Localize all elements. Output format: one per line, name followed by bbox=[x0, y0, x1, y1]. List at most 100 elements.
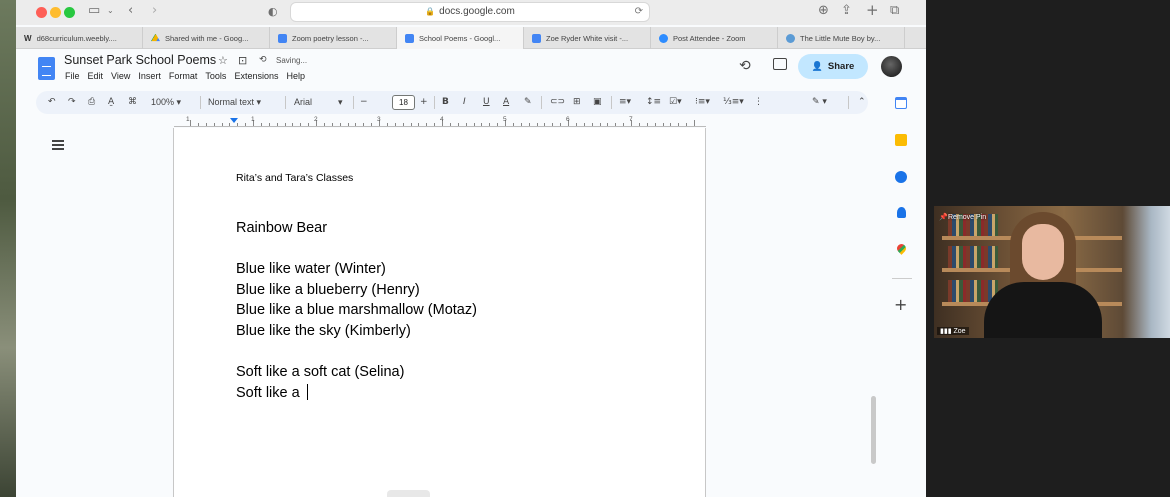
font-family-select[interactable]: Arial ▾ bbox=[294, 91, 343, 114]
close-window-button[interactable] bbox=[36, 7, 47, 18]
menu-extensions[interactable]: Extensions bbox=[234, 71, 278, 81]
hide-menus-icon[interactable]: ⌃ bbox=[858, 91, 866, 114]
menu-insert[interactable]: Insert bbox=[138, 71, 161, 81]
share-button[interactable]: 👤 Share bbox=[798, 54, 868, 79]
contacts-icon[interactable] bbox=[897, 207, 906, 218]
insert-image-icon[interactable]: ▣ bbox=[593, 91, 602, 114]
version-history-icon[interactable]: ⟲ bbox=[739, 58, 751, 74]
ruler-tick bbox=[386, 123, 388, 126]
tab-school-poems[interactable]: School Poems - Googl... bbox=[397, 27, 524, 49]
menu-file[interactable]: File bbox=[65, 71, 80, 81]
tab-zoe-visit[interactable]: Zoe Ryder White visit -... bbox=[524, 27, 651, 49]
add-comment-icon[interactable]: ⊞ bbox=[573, 91, 581, 114]
document-title[interactable]: Sunset Park School Poems bbox=[64, 53, 216, 67]
editing-mode-icon[interactable]: ✎ ▾ bbox=[812, 91, 827, 114]
text-color-icon[interactable]: A bbox=[503, 91, 509, 114]
tab-drive[interactable]: Shared with me - Goog... bbox=[143, 27, 270, 49]
new-tab-icon[interactable]: + bbox=[866, 1, 879, 19]
bold-icon[interactable]: B bbox=[442, 91, 449, 114]
ruler-number: 7 bbox=[629, 116, 633, 123]
page-navigation-handle[interactable] bbox=[387, 490, 430, 497]
link-icon[interactable]: ⊂⊃ bbox=[550, 91, 565, 114]
ruler[interactable]: 1 1 2 3 4 5 6 7 bbox=[174, 116, 706, 128]
line-spacing-icon[interactable]: ↕≡ bbox=[646, 91, 661, 114]
underline-icon[interactable]: U bbox=[483, 91, 490, 114]
font-size-input[interactable]: 18 bbox=[392, 95, 415, 110]
tab-overview-icon[interactable]: ⧉ bbox=[890, 3, 899, 18]
download-icon[interactable]: ⊕ bbox=[818, 3, 829, 18]
minimize-window-button[interactable] bbox=[50, 7, 61, 18]
chevron-down-icon[interactable]: ⌄ bbox=[107, 6, 114, 15]
poem-title: Rainbow Bear bbox=[236, 220, 328, 236]
poem-line: Blue like the sky (Kimberly) bbox=[236, 322, 411, 339]
paint-format-icon[interactable]: ⌘ bbox=[128, 91, 137, 114]
checklist-icon[interactable]: ☑▾ bbox=[669, 91, 682, 114]
toolbar-divider bbox=[848, 96, 849, 109]
docs-icon bbox=[532, 33, 541, 43]
text-cursor bbox=[306, 383, 309, 400]
remove-pin-button[interactable]: Remove Pin bbox=[948, 214, 986, 221]
ruler-tick bbox=[260, 123, 262, 126]
ruler-tick bbox=[497, 123, 499, 126]
add-addon-icon[interactable]: + bbox=[894, 295, 907, 314]
ruler-tick bbox=[221, 123, 223, 126]
document-body[interactable]: Rainbow Bear Blue like water (Winter) Bl… bbox=[236, 218, 477, 403]
docs-logo-icon[interactable] bbox=[38, 57, 55, 80]
undo-icon[interactable]: ↶ bbox=[48, 91, 56, 114]
decrease-font-size-icon[interactable]: − bbox=[360, 91, 368, 114]
avatar[interactable] bbox=[881, 56, 902, 77]
more-options-icon[interactable]: ⋮ bbox=[754, 91, 763, 114]
increase-font-size-icon[interactable]: + bbox=[420, 91, 428, 114]
bulleted-list-icon[interactable]: ⁝≡▾ bbox=[695, 91, 710, 114]
privacy-shield-icon[interactable]: ◐ bbox=[268, 5, 278, 18]
tab-weebly[interactable]: Wd68curriculum.weebly.... bbox=[16, 27, 143, 49]
ruler-tick bbox=[536, 123, 538, 126]
page-header-text[interactable]: Rita’s and Tara’s Classes bbox=[236, 172, 353, 184]
lock-icon: 🔒 bbox=[425, 7, 436, 16]
tab-little-mute-boy[interactable]: The Little Mute Boy by... bbox=[778, 27, 905, 49]
reload-icon[interactable]: ⟳ bbox=[635, 3, 643, 21]
forward-icon[interactable]: › bbox=[152, 3, 157, 18]
vertical-scrollbar[interactable] bbox=[871, 396, 876, 464]
document-page[interactable]: Rita’s and Tara’s Classes Rainbow Bear B… bbox=[173, 128, 706, 497]
highlight-icon[interactable]: ✎ bbox=[524, 91, 532, 114]
document-outline-icon[interactable] bbox=[52, 140, 64, 150]
zoom-select[interactable]: 100% ▾ bbox=[151, 91, 181, 114]
pin-icon[interactable]: 📌 bbox=[939, 213, 948, 221]
spellcheck-icon[interactable]: A̱ bbox=[108, 91, 114, 114]
ruler-tick bbox=[654, 123, 656, 126]
sidebar-toggle-icon[interactable]: ▭ bbox=[88, 3, 100, 18]
ruler-tick bbox=[205, 123, 207, 126]
tab-post-attendee[interactable]: Post Attendee - Zoom bbox=[651, 27, 778, 49]
address-bar[interactable]: 🔒 docs.google.com ⟳ bbox=[290, 2, 650, 22]
comments-icon[interactable] bbox=[773, 58, 787, 70]
fullscreen-window-button[interactable] bbox=[64, 7, 75, 18]
menu-view[interactable]: View bbox=[111, 71, 130, 81]
share-page-icon[interactable]: ⇪ bbox=[841, 3, 852, 18]
print-icon[interactable]: ⎙ bbox=[88, 91, 95, 114]
align-icon[interactable]: ≡▾ bbox=[619, 91, 631, 114]
maps-icon[interactable] bbox=[895, 242, 908, 255]
menu-format[interactable]: Format bbox=[169, 71, 198, 81]
ruler-tick bbox=[394, 123, 396, 126]
keep-icon[interactable] bbox=[895, 134, 907, 146]
zoom-video-tile[interactable]: 📌 Remove Pin ▮▮▮ Zoe bbox=[934, 206, 1170, 338]
paragraph-style-select[interactable]: Normal text ▾ bbox=[208, 91, 261, 114]
ruler-number: 4 bbox=[440, 116, 444, 123]
move-folder-icon[interactable]: ⊡ bbox=[238, 54, 247, 67]
numbered-list-icon[interactable]: ⅓≡▾ bbox=[723, 91, 744, 114]
ruler-tick bbox=[213, 123, 215, 126]
tasks-icon[interactable] bbox=[895, 171, 907, 183]
menu-edit[interactable]: Edit bbox=[88, 71, 104, 81]
menu-help[interactable]: Help bbox=[286, 71, 305, 81]
tab-zoom-poetry[interactable]: Zoom poetry lesson -... bbox=[270, 27, 397, 49]
ruler-tick bbox=[686, 123, 688, 126]
calendar-icon[interactable] bbox=[895, 97, 907, 109]
star-icon[interactable]: ☆ bbox=[218, 54, 228, 67]
redo-icon[interactable]: ↷ bbox=[68, 91, 76, 114]
italic-icon[interactable]: I bbox=[463, 91, 466, 114]
back-icon[interactable]: ‹ bbox=[128, 3, 133, 18]
ruler-tick bbox=[615, 123, 617, 126]
menu-tools[interactable]: Tools bbox=[205, 71, 226, 81]
